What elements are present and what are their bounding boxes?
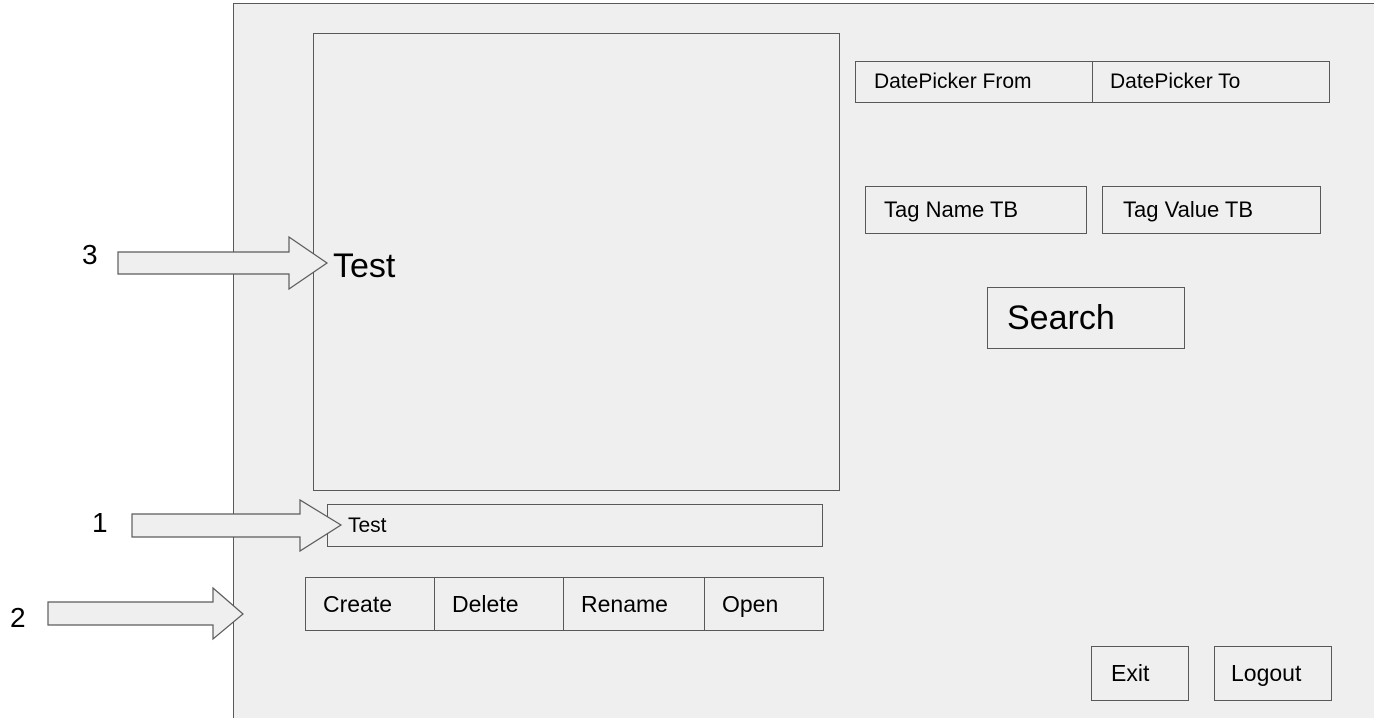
action-buttons: Create Delete Rename Open xyxy=(305,577,824,631)
create-button[interactable]: Create xyxy=(305,577,435,631)
name-field-value: Test xyxy=(348,513,387,537)
date-picker-from-label: DatePicker From xyxy=(874,70,1032,93)
date-picker-to[interactable]: DatePicker To xyxy=(1093,61,1330,103)
date-range: DatePicker From DatePicker To xyxy=(855,61,1330,103)
tag-name-field[interactable]: Tag Name TB xyxy=(865,186,1087,234)
list-panel[interactable]: Test xyxy=(313,33,840,491)
create-button-label: Create xyxy=(323,590,393,617)
tag-value-field-label: Tag Value TB xyxy=(1123,197,1254,222)
callout-number-1: 1 xyxy=(92,507,108,538)
date-picker-from[interactable]: DatePicker From xyxy=(855,61,1093,103)
arrow-right-icon xyxy=(117,235,329,291)
open-button-label: Open xyxy=(722,590,779,617)
logout-button-label: Logout xyxy=(1231,660,1302,686)
callout-number-2: 2 xyxy=(10,602,26,633)
logout-button[interactable]: Logout xyxy=(1214,646,1332,701)
date-picker-to-label: DatePicker To xyxy=(1110,70,1241,93)
callout-number-3: 3 xyxy=(82,239,98,270)
list-panel-text: Test xyxy=(333,247,396,285)
exit-button-label: Exit xyxy=(1111,660,1150,686)
search-button-label: Search xyxy=(1007,298,1115,337)
tag-name-field-label: Tag Name TB xyxy=(884,197,1019,222)
arrow-right-icon xyxy=(47,586,244,641)
rename-button-label: Rename xyxy=(581,590,668,617)
rename-button[interactable]: Rename xyxy=(564,577,705,631)
exit-button[interactable]: Exit xyxy=(1091,646,1189,701)
delete-button[interactable]: Delete xyxy=(435,577,564,631)
search-button[interactable]: Search xyxy=(987,287,1185,349)
open-button[interactable]: Open xyxy=(705,577,824,631)
tag-value-field[interactable]: Tag Value TB xyxy=(1102,186,1321,234)
delete-button-label: Delete xyxy=(452,590,519,617)
name-field[interactable]: Test xyxy=(327,504,823,547)
arrow-right-icon xyxy=(131,498,343,553)
